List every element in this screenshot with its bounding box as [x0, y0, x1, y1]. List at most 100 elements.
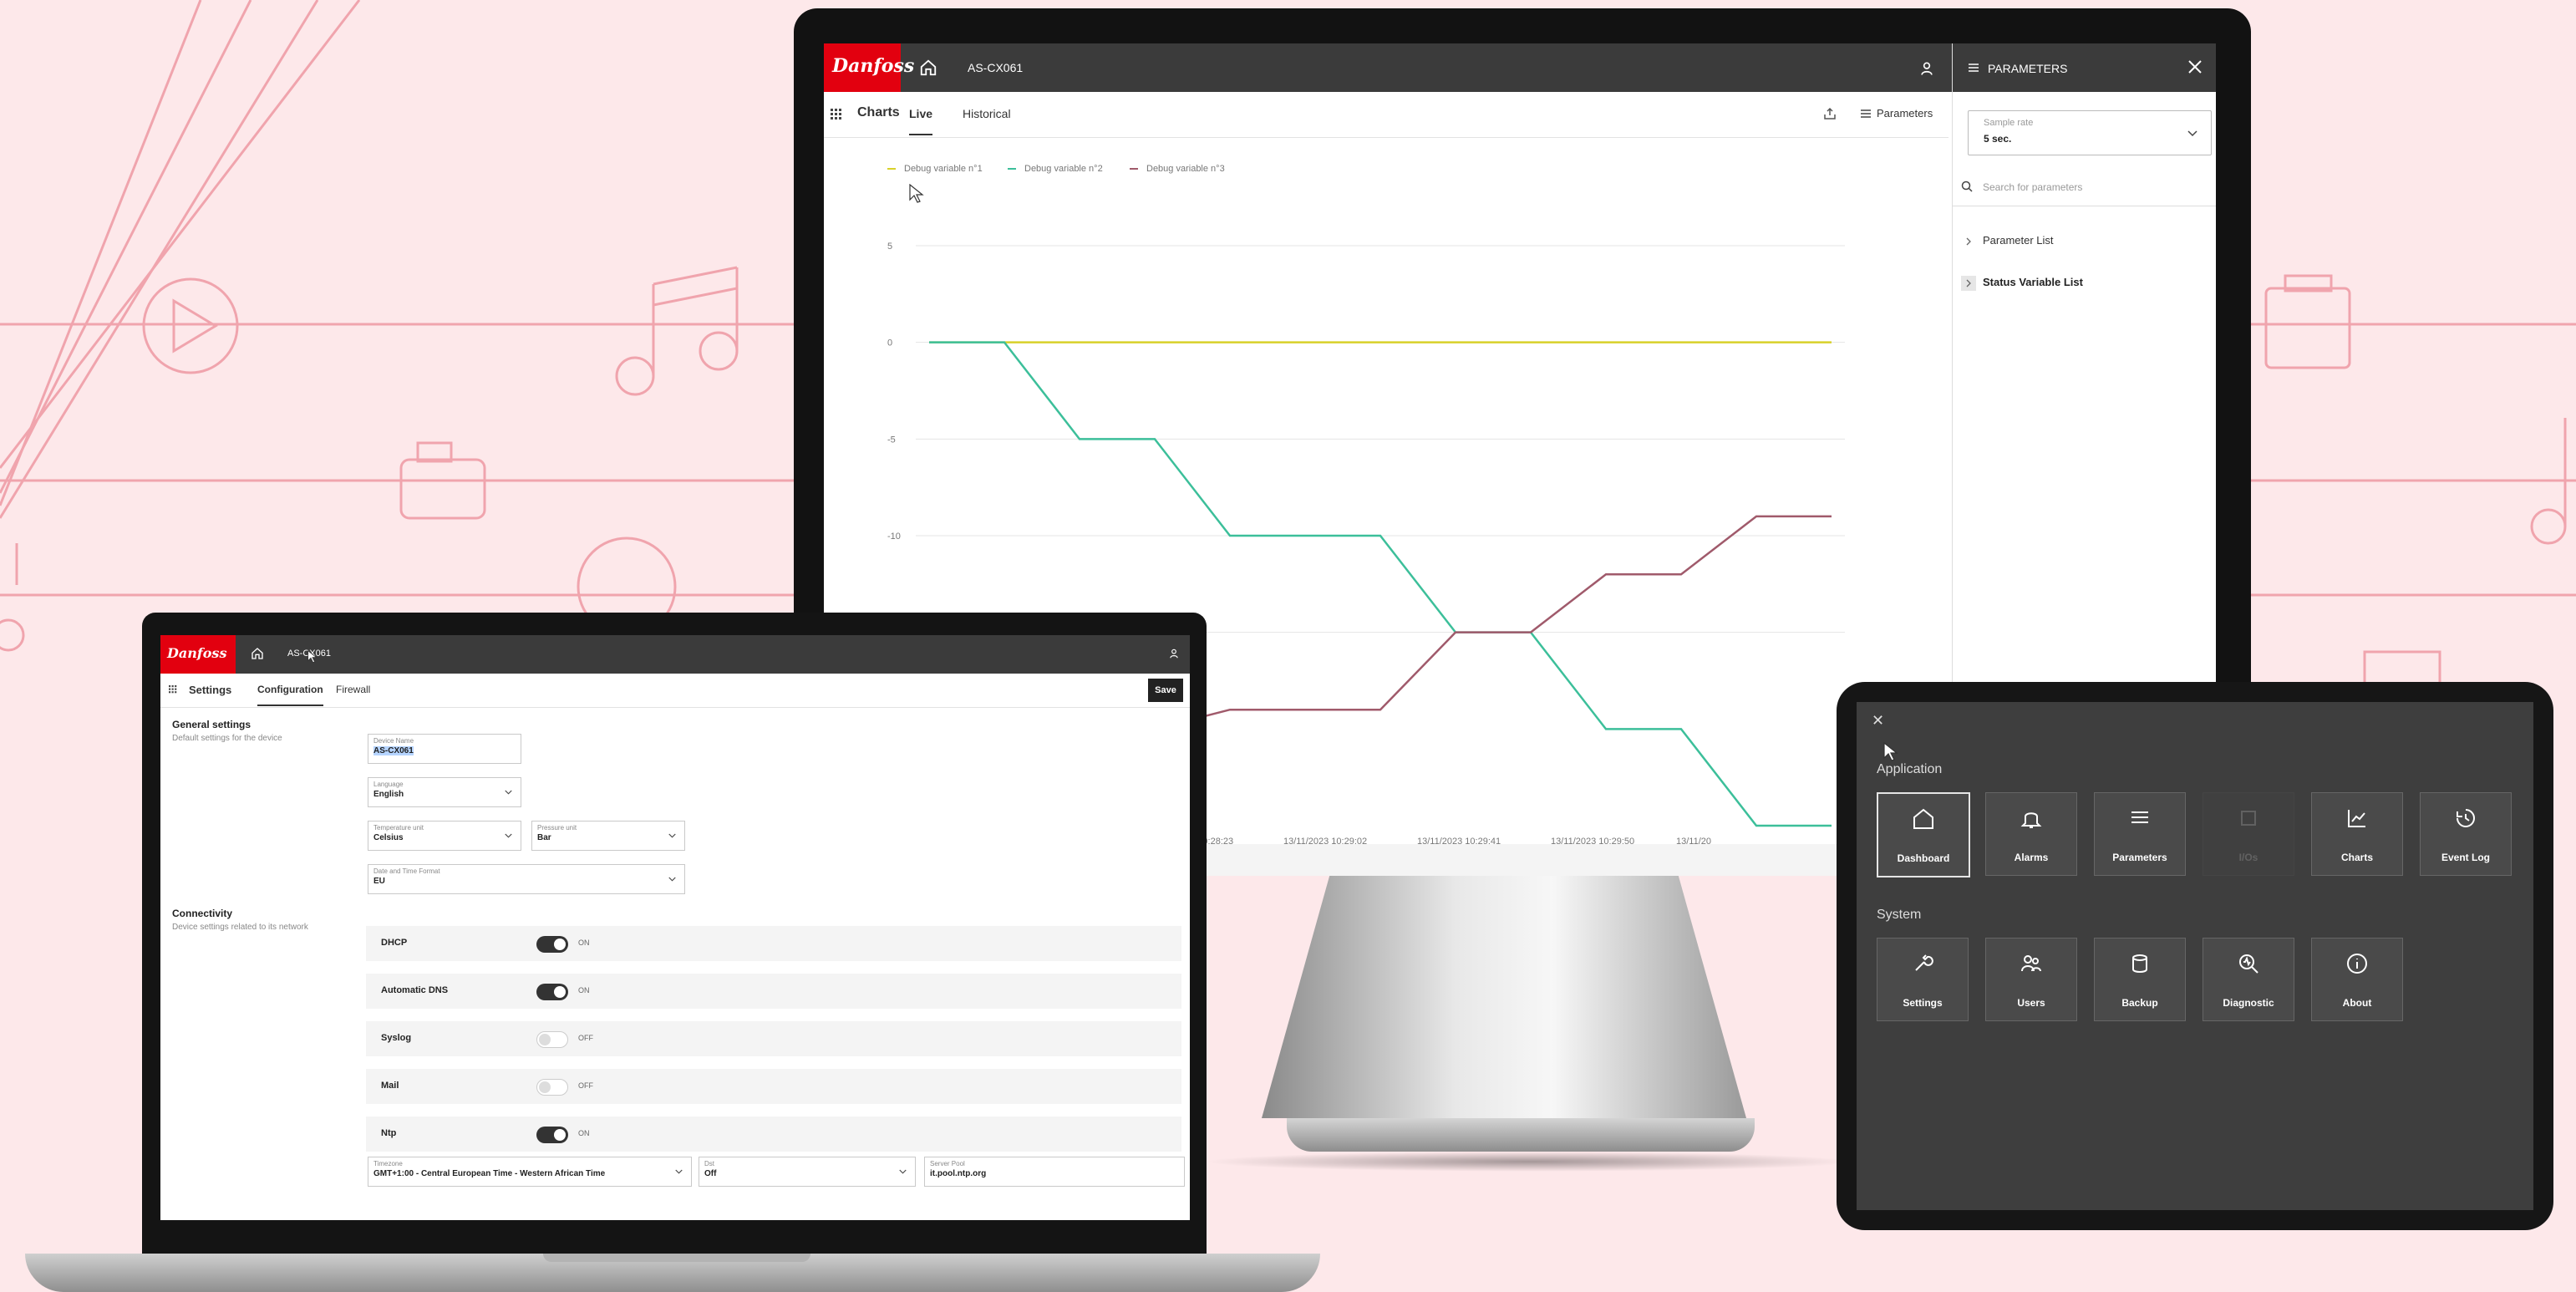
field-label: Date and Time Format — [373, 867, 440, 875]
field-value: Bar — [537, 833, 551, 842]
timezone-select[interactable]: Timezone GMT+1:00 - Central European Tim… — [368, 1157, 692, 1187]
home-icon[interactable] — [251, 647, 264, 660]
series-line-3 — [1154, 515, 1832, 730]
user-icon[interactable] — [1168, 648, 1180, 659]
toggle-label: Syslog — [381, 1033, 412, 1043]
tab-firewall[interactable]: Firewall — [336, 684, 370, 695]
close-icon[interactable]: ✕ — [1872, 712, 1884, 730]
tab-configuration[interactable]: Configuration — [257, 684, 323, 706]
field-label: Pressure unit — [537, 824, 577, 832]
nav-tile-about[interactable]: About — [2311, 938, 2403, 1021]
event-log-icon — [2457, 809, 2475, 827]
language-select[interactable]: Language English — [368, 777, 521, 807]
toggle-switch[interactable] — [536, 1127, 568, 1143]
field-label: Server Pool — [930, 1160, 965, 1167]
parameters-filter-icon[interactable] — [1860, 108, 1872, 120]
toggle-switch[interactable] — [536, 1079, 568, 1096]
toggle-switch[interactable] — [536, 936, 568, 953]
sample-rate-label: Sample rate — [1984, 118, 2034, 128]
field-label: Device Name — [373, 737, 414, 745]
nav-tile-settings[interactable]: Settings — [1877, 938, 1969, 1021]
dst-select[interactable]: Dst Off — [699, 1157, 916, 1187]
field-value: it.pool.ntp.org — [930, 1169, 987, 1178]
user-icon[interactable] — [1918, 60, 1935, 77]
chevron-down-icon — [668, 877, 676, 882]
nav-tile-event-log[interactable]: Event Log — [2420, 792, 2512, 876]
nav-tile-users[interactable]: Users — [1985, 938, 2077, 1021]
export-icon[interactable] — [1823, 107, 1837, 120]
toggle-label: Mail — [381, 1081, 399, 1091]
temperature-unit-select[interactable]: Temperature unit Celsius — [368, 821, 521, 851]
toggle-switch[interactable] — [536, 1031, 568, 1048]
x-tick-label: 13/11/2023 10:29:50 — [1551, 837, 1634, 844]
monitor-shadow — [1203, 1152, 1855, 1172]
nav-tile-charts[interactable]: Charts — [2311, 792, 2403, 876]
y-tick-label: 5 — [887, 242, 892, 252]
laptop-screen: Danfoss AS-CX061 Settings Configuration … — [160, 635, 1190, 1220]
toggle-state: OFF — [578, 1081, 593, 1090]
mouse-cursor-icon — [1883, 742, 1898, 761]
toggle-state: ON — [578, 986, 590, 994]
parameter-search-field[interactable]: Search for parameters — [1953, 170, 2216, 206]
nav-tile-diagnostic[interactable]: Diagnostic — [2203, 938, 2294, 1021]
legend-label: Debug variable n°3 — [1146, 164, 1225, 174]
toggle-state: ON — [578, 938, 590, 947]
save-button[interactable]: Save — [1148, 679, 1183, 702]
brand-logo-text: Danfoss — [167, 645, 227, 661]
tile-label: Diagnostic — [2223, 997, 2274, 1009]
tree-item-label: Status Variable List — [1983, 276, 2083, 288]
nav-tile-backup[interactable]: Backup — [2094, 938, 2186, 1021]
nav-tile-parameters[interactable]: Parameters — [2094, 792, 2186, 876]
tab-historical[interactable]: Historical — [963, 107, 1011, 120]
tree-item-status-variable-list[interactable]: Status Variable List — [1953, 271, 2216, 296]
sample-rate-select[interactable]: Sample rate 5 sec. — [1968, 110, 2212, 155]
home-icon[interactable] — [919, 58, 937, 77]
application-section-title: Application — [1877, 762, 1943, 776]
toggle-knob — [554, 938, 566, 950]
backup-icon — [2132, 954, 2147, 973]
parameters-button[interactable]: Parameters — [1877, 107, 1933, 120]
legend-swatch — [1130, 168, 1138, 170]
tree-item-parameter-list[interactable]: Parameter List — [1953, 229, 2216, 254]
chevron-down-icon — [668, 833, 676, 838]
connectivity-subtitle: Device settings related to its network — [172, 923, 308, 932]
sample-rate-value: 5 sec. — [1984, 133, 2012, 145]
legend-item[interactable]: Debug variable n°1 — [887, 164, 983, 174]
legend-item[interactable]: Debug variable n°2 — [1008, 164, 1103, 174]
legend-swatch — [1008, 168, 1016, 170]
toggle-label: Ntp — [381, 1128, 397, 1138]
brand-logo[interactable]: Danfoss — [160, 635, 236, 674]
toggle-label: Automatic DNS — [381, 985, 449, 995]
brand-logo[interactable]: Danfoss — [824, 43, 914, 92]
chevron-down-icon — [675, 1169, 683, 1174]
diagnostic-icon — [2239, 954, 2258, 974]
section-title-charts: Charts — [857, 105, 900, 120]
app-grid-icon[interactable] — [169, 685, 177, 694]
device-name-field[interactable]: Device Name AS-CX061 — [368, 734, 521, 764]
tile-label: Backup — [2121, 997, 2158, 1009]
legend-label: Debug variable n°2 — [1024, 164, 1103, 174]
app-grid-icon[interactable] — [831, 109, 842, 120]
nav-tile-alarms[interactable]: Alarms — [1985, 792, 2077, 876]
search-placeholder: Search for parameters — [1983, 181, 2083, 193]
parameters-panel-header: PARAMETERS — [1953, 43, 2216, 92]
close-icon[interactable] — [2187, 58, 2203, 75]
device-name: AS-CX061 — [968, 61, 1024, 74]
tab-live[interactable]: Live — [909, 107, 933, 135]
alarms-icon — [2020, 812, 2042, 828]
chevron-right-icon — [1966, 279, 1971, 287]
server-pool-field[interactable]: Server Pool it.pool.ntp.org — [924, 1157, 1185, 1187]
nav-tile-i-os[interactable]: I/Os — [2203, 792, 2294, 876]
toggle-row: Mail OFF — [366, 1069, 1181, 1104]
parameters-panel-icon — [1969, 64, 1979, 72]
toggle-switch[interactable] — [536, 984, 568, 1000]
i-os-icon — [2241, 811, 2256, 826]
field-label: Temperature unit — [373, 824, 424, 832]
date-time-format-select[interactable]: Date and Time Format EU — [368, 864, 685, 894]
tile-label: Dashboard — [1897, 852, 1950, 864]
x-tick-label: 13/11/2023 10:29:41 — [1417, 837, 1501, 844]
pressure-unit-select[interactable]: Pressure unit Bar — [531, 821, 685, 851]
nav-tile-dashboard[interactable]: Dashboard — [1877, 792, 1970, 877]
legend-item[interactable]: Debug variable n°3 — [1130, 164, 1225, 174]
tile-label: Users — [2017, 997, 2045, 1009]
